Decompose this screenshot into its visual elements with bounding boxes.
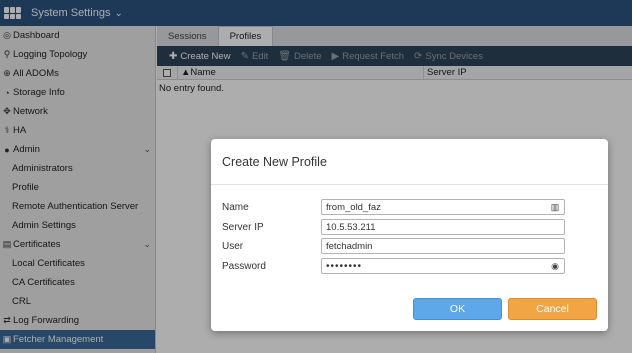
password-label: Password [222, 260, 266, 272]
create-profile-dialog: Create New Profile Name from_old_faz ▥ S… [211, 139, 608, 331]
dialog-title: Create New Profile [211, 139, 608, 185]
user-row: User fetchadmin [222, 238, 565, 254]
name-label: Name [222, 201, 249, 213]
ok-button[interactable]: OK [413, 298, 502, 320]
server-ip-label: Server IP [222, 221, 264, 233]
server-ip-field[interactable]: 10.5.53.211 [321, 219, 565, 235]
password-row: Password •••••••• ◉ [222, 258, 565, 274]
password-field[interactable]: •••••••• ◉ [321, 258, 565, 274]
name-row: Name from_old_faz ▥ [222, 199, 565, 215]
server-ip-row: Server IP 10.5.53.211 [222, 219, 565, 235]
dialog-actions: OK Cancel [211, 298, 608, 320]
name-field[interactable]: from_old_faz ▥ [321, 199, 565, 215]
text-info-icon[interactable]: ▥ [550, 202, 560, 212]
show-password-eye-icon[interactable]: ◉ [550, 261, 560, 271]
cancel-button[interactable]: Cancel [508, 298, 597, 320]
user-field[interactable]: fetchadmin [321, 238, 565, 254]
user-label: User [222, 240, 244, 252]
